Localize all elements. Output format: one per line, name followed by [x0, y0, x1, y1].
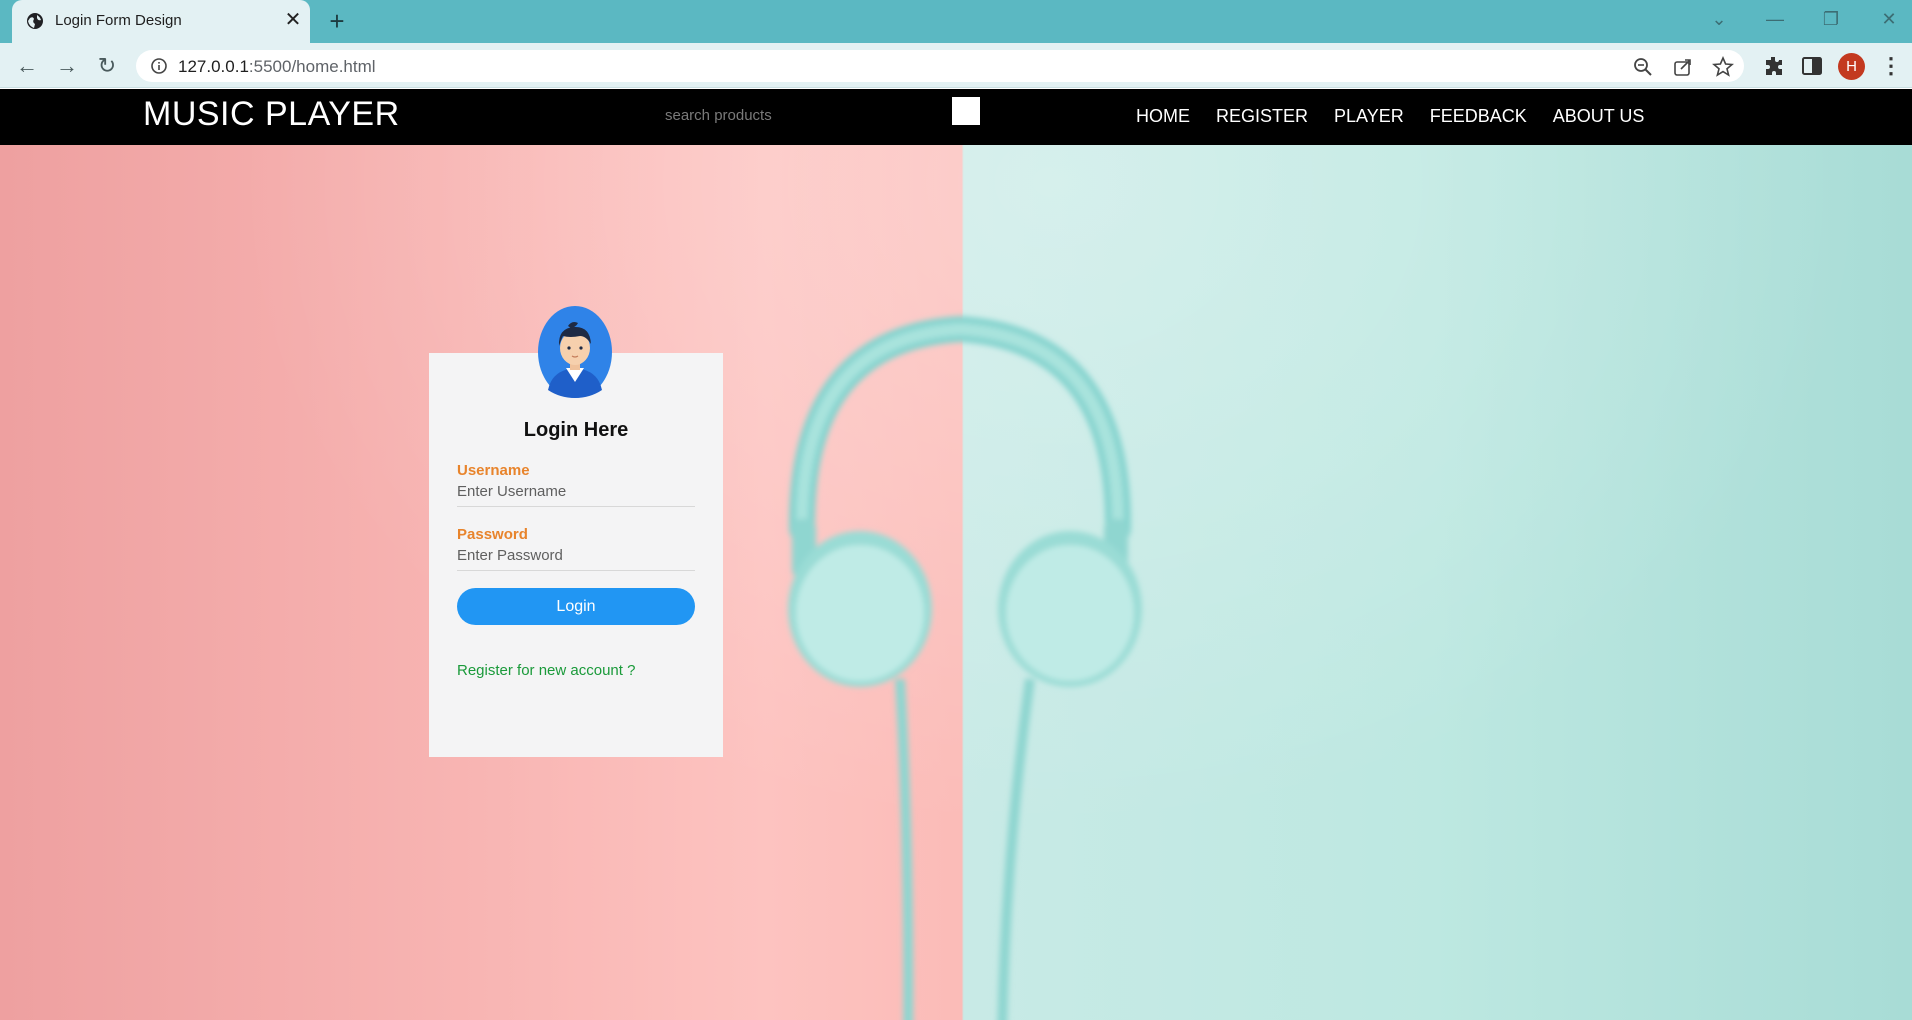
- share-icon[interactable]: [1672, 56, 1694, 78]
- url-text: 127.0.0.1:5500/home.html: [178, 57, 376, 76]
- nav-links: HOME REGISTER PLAYER FEEDBACK ABOUT US: [1136, 106, 1670, 127]
- browser-tab[interactable]: Login Form Design ✕: [12, 0, 310, 43]
- profile-avatar[interactable]: H: [1838, 53, 1865, 80]
- restore-icon[interactable]: ❐: [1814, 4, 1848, 34]
- globe-icon: [27, 13, 43, 29]
- page-viewport: MUSIC PLAYER HOME REGISTER PLAYER FEEDBA…: [0, 89, 1912, 1020]
- user-avatar-icon: [538, 306, 612, 398]
- address-bar[interactable]: 127.0.0.1:5500/home.html: [136, 50, 1744, 82]
- browser-toolbar: ← → ↻ 127.0.0.1:5500/home.html H ⋮: [0, 43, 1912, 88]
- extensions-icon[interactable]: [1762, 54, 1786, 78]
- nav-link-feedback[interactable]: FEEDBACK: [1430, 106, 1527, 127]
- zoom-icon[interactable]: [1632, 56, 1654, 78]
- tab-search-icon[interactable]: ⌄: [1702, 4, 1736, 34]
- register-link[interactable]: Register for new account ?: [457, 662, 635, 679]
- reload-icon[interactable]: ↻: [92, 51, 122, 81]
- username-field[interactable]: [457, 477, 695, 507]
- password-field[interactable]: [457, 541, 695, 571]
- nav-link-home[interactable]: HOME: [1136, 106, 1190, 127]
- side-panel-icon[interactable]: [1800, 54, 1824, 78]
- tab-title: Login Form Design: [55, 12, 182, 29]
- search-button[interactable]: [952, 97, 980, 125]
- tab-close-icon[interactable]: ✕: [282, 9, 304, 31]
- login-card: Login Here Username Password Login Regis…: [429, 353, 723, 757]
- bookmark-star-icon[interactable]: [1712, 56, 1734, 78]
- window-close-icon[interactable]: ✕: [1872, 4, 1906, 34]
- new-tab-icon[interactable]: +: [323, 7, 351, 35]
- nav-link-register[interactable]: REGISTER: [1216, 106, 1308, 127]
- login-button[interactable]: Login: [457, 588, 695, 625]
- minimize-icon[interactable]: —: [1758, 4, 1792, 34]
- nav-link-player[interactable]: PLAYER: [1334, 106, 1404, 127]
- forward-icon[interactable]: →: [52, 51, 82, 81]
- browser-titlebar: Login Form Design ✕ + ⌄ — ❐ ✕: [0, 0, 1912, 43]
- search-input[interactable]: [665, 101, 935, 129]
- nav-link-about-us[interactable]: ABOUT US: [1553, 106, 1645, 127]
- menu-icon[interactable]: ⋮: [1880, 53, 1902, 79]
- headphones-image: [788, 315, 1142, 1020]
- site-navbar: MUSIC PLAYER HOME REGISTER PLAYER FEEDBA…: [0, 89, 1912, 145]
- site-info-icon[interactable]: [150, 57, 168, 75]
- login-title: Login Here: [523, 419, 629, 441]
- site-logo[interactable]: MUSIC PLAYER: [143, 95, 400, 134]
- back-icon[interactable]: ←: [12, 51, 42, 81]
